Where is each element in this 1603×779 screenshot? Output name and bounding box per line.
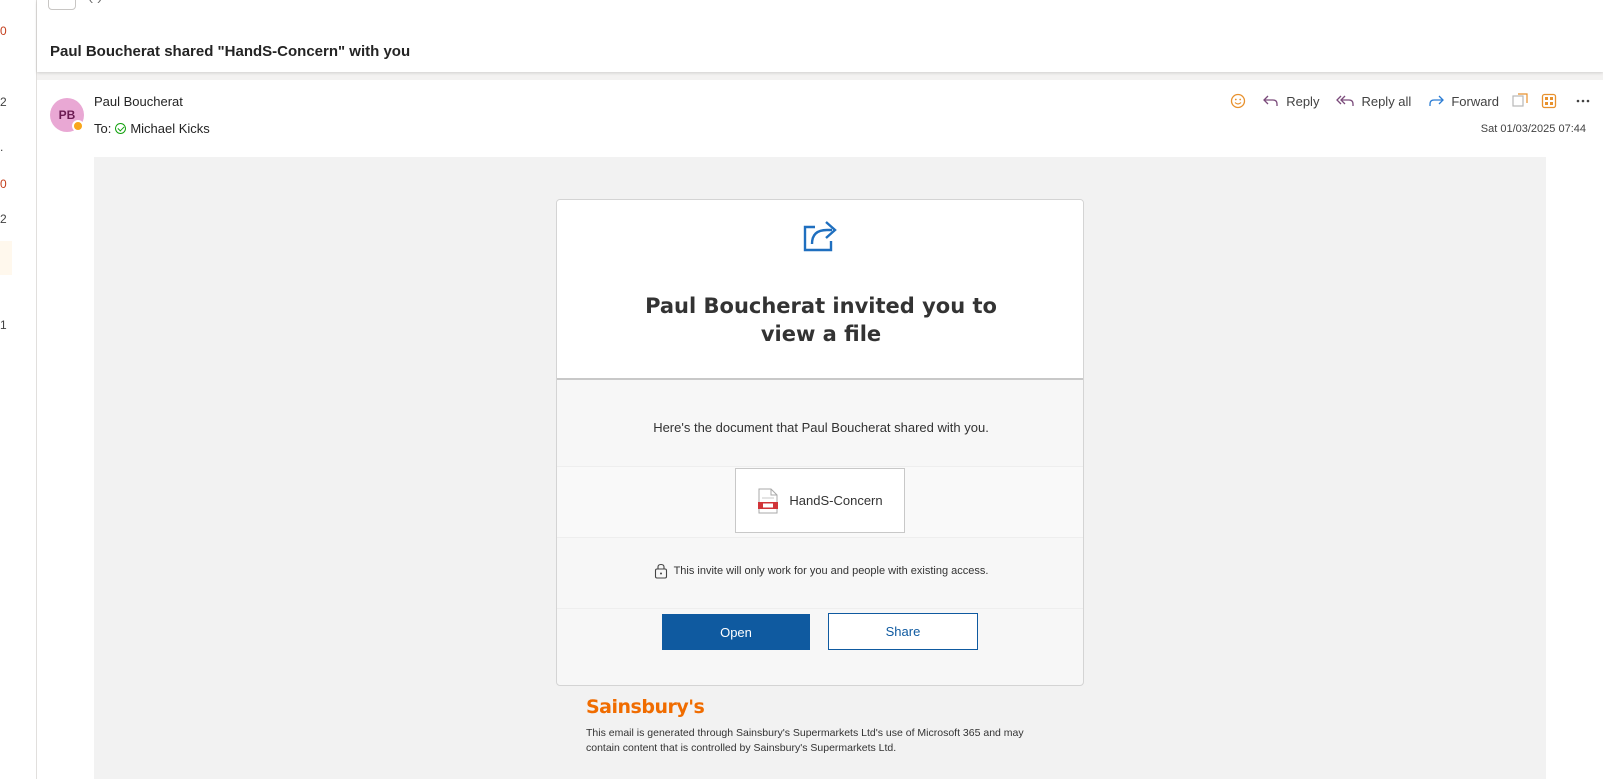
more-icon [1576, 99, 1590, 103]
file-link[interactable]: HandS-Concern [735, 468, 905, 533]
invite-title: Paul Boucherat invited you to view a fil… [645, 294, 997, 346]
lock-icon [654, 563, 667, 579]
reply-label: Reply [1286, 93, 1320, 109]
file-name: HandS-Concern [789, 493, 883, 508]
sent-date: Sat 01/03/2025 07:44 [1480, 123, 1586, 135]
share-notification-card: Paul Boucherat invited you to view a fil… [556, 199, 1084, 686]
presence-away-icon [72, 120, 84, 132]
pdf-file-icon [758, 488, 779, 513]
addin-button[interactable] [1541, 93, 1557, 109]
file-section: HandS-Concern [557, 466, 1083, 538]
reply-all-button[interactable]: Reply all [1335, 93, 1411, 109]
access-note-text: This invite will only work for you and p… [673, 565, 989, 577]
brand-logo: Sainsbury's [586, 696, 705, 718]
unread-count: 2 [0, 212, 7, 226]
message-pane: PB Paul Boucherat To: Michael Kicks Repl… [37, 80, 1603, 779]
forward-icon [1429, 95, 1445, 106]
more-actions-button[interactable] [1575, 93, 1591, 109]
email-subject: Paul Boucherat shared "HandS-Concern" wi… [50, 43, 411, 60]
reply-button[interactable]: Reply [1262, 93, 1319, 109]
unread-count: 1 [0, 318, 7, 332]
unread-count: . [0, 140, 4, 154]
translate-icon [1512, 93, 1528, 107]
access-note: This invite will only work for you and p… [557, 563, 1083, 579]
presence-available-icon [115, 123, 127, 134]
share-button[interactable]: Share [828, 613, 978, 650]
recipient-name[interactable]: Michael Kicks [130, 121, 209, 136]
folder-list-strip: 0 2 . 0 2 1 [0, 0, 37, 779]
unread-count: 0 [0, 177, 7, 191]
recipients-line: To: Michael Kicks [94, 121, 210, 136]
reply-all-label: Reply all [1361, 93, 1412, 109]
open-button[interactable]: Open [662, 614, 810, 650]
close-button[interactable] [48, 0, 76, 10]
invite-description: Here's the document that Paul Boucherat … [653, 420, 989, 435]
reply-icon [1263, 95, 1278, 106]
card-header: Paul Boucherat invited you to view a fil… [557, 200, 1083, 380]
apps-button[interactable] [1511, 92, 1529, 110]
message-actions: Reply Reply all Forward [1214, 90, 1591, 112]
sender-name[interactable]: Paul Boucherat [94, 94, 183, 109]
footer-disclaimer: This email is generated through Sainsbur… [586, 727, 1024, 754]
nav-arrows-icon[interactable]: ‹ › [89, 0, 101, 7]
share-icon [803, 221, 837, 252]
forward-button[interactable]: Forward [1427, 93, 1499, 109]
selected-folder-highlight [0, 241, 12, 275]
reply-all-icon [1336, 95, 1355, 106]
emoji-icon [1231, 93, 1246, 109]
action-buttons: Open Share [557, 608, 1083, 685]
to-label: To: [94, 121, 112, 136]
unread-count: 0 [0, 24, 7, 38]
subject-header: ‹ › Paul Boucherat shared "HandS-Concern… [37, 0, 1603, 72]
unread-count: 2 [0, 95, 7, 109]
grid-icon [1541, 93, 1557, 109]
email-body: Paul Boucherat invited you to view a fil… [94, 157, 1546, 779]
react-button[interactable] [1230, 93, 1246, 109]
forward-label: Forward [1451, 93, 1499, 109]
